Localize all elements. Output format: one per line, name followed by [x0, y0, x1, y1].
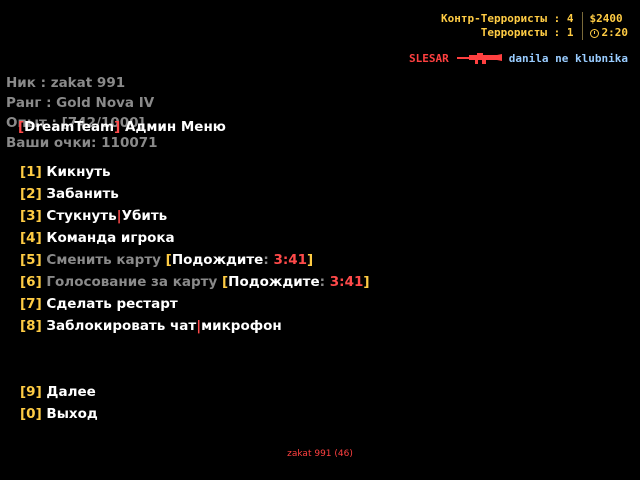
money-timer: $2400 2:20: [589, 12, 629, 40]
menu-item-kick[interactable]: [1] Кикнуть: [20, 161, 370, 183]
victim-name: danila ne klubnika: [508, 51, 628, 65]
t-score: Террористы : 1: [480, 26, 574, 39]
menu-item-block-chat-mic[interactable]: [8] Заблокировать чат|микрофон: [20, 315, 370, 337]
round-timer: 2:20: [601, 26, 629, 39]
player-rank: Ранг : Gold Nova IV: [6, 95, 155, 111]
money-value: $2400: [589, 12, 623, 25]
menu-item-map-vote[interactable]: [6] Голосование за карту [Подождите: 3:4…: [20, 271, 370, 293]
menu-item-restart[interactable]: [7] Сделать рестарт: [20, 293, 370, 315]
team-scores: Контр-Террористы : 4 Террористы : 1: [441, 12, 573, 40]
scoreboard: Контр-Террористы : 4 Террористы : 1 $240…: [441, 12, 628, 40]
menu-item-ban[interactable]: [2] Забанить: [20, 183, 370, 205]
rifle-icon: [456, 53, 502, 64]
ct-score: Контр-Террористы : 4: [441, 12, 574, 25]
scoreboard-divider: [581, 12, 583, 40]
menu-title: [DreamTeam] Админ Меню: [18, 119, 226, 135]
menu-brand: DreamTeam: [24, 119, 115, 135]
player-points: Ваши очки: 110071: [6, 135, 158, 151]
timer-row: 2:20: [589, 26, 629, 40]
killfeed: SLESAR danila ne klubnika: [409, 51, 628, 65]
spectated-player-label: zakat 991 (46): [287, 449, 353, 459]
player-info: Ник : zakat 991 Ранг : Gold Nova IV Опыт…: [6, 73, 158, 153]
menu-item-slap-kill[interactable]: [3] Стукнуть|Убить: [20, 205, 370, 227]
player-nick: Ник : zakat 991: [6, 75, 126, 91]
killer-name: SLESAR: [409, 51, 449, 65]
menu-item-next[interactable]: [9] Далее: [20, 381, 370, 403]
menu-item-exit[interactable]: [0] Выход: [20, 403, 370, 425]
menu-item-change-map[interactable]: [5] Сменить карту [Подождите: 3:41]: [20, 249, 370, 271]
clock-icon: [589, 28, 599, 38]
admin-menu: [1] Кикнуть [2] Забанить [3] Стукнуть|Уб…: [20, 161, 370, 425]
menu-spacer: [20, 337, 370, 381]
menu-item-player-team[interactable]: [4] Команда игрока: [20, 227, 370, 249]
